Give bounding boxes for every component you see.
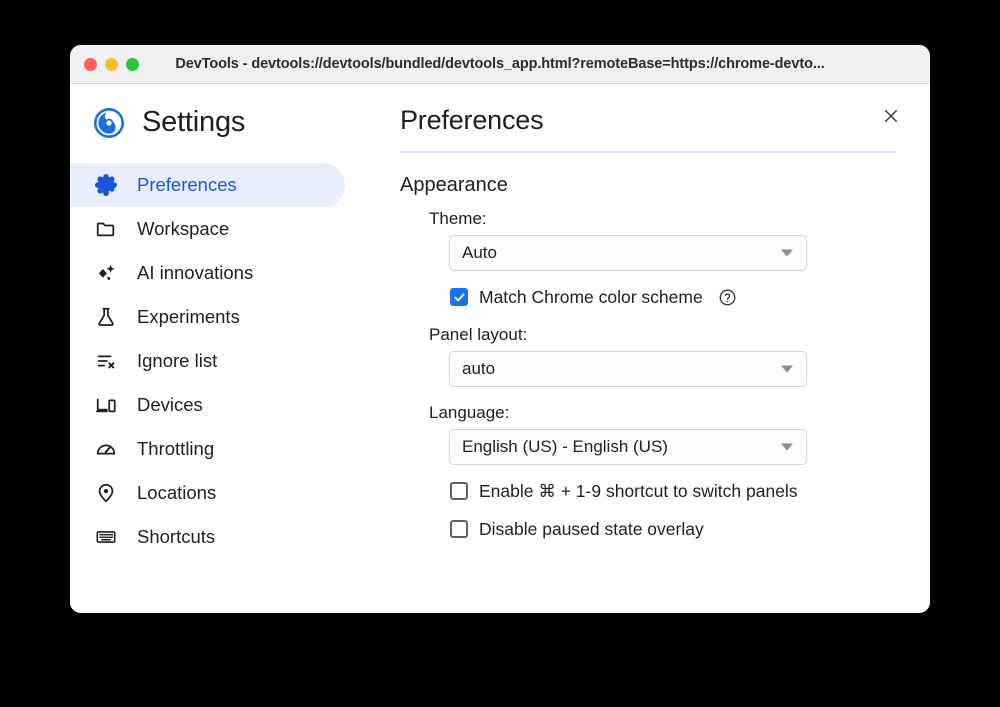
disable-paused-overlay-row: Disable paused state overlay xyxy=(450,519,902,540)
chevron-down-icon xyxy=(781,249,793,256)
traffic-light-group xyxy=(84,58,139,71)
sidebar-item-experiments[interactable]: Experiments xyxy=(70,295,345,339)
enable-shortcut-row: Enable ⌘ + 1-9 shortcut to switch panels xyxy=(450,481,902,502)
language-select[interactable]: English (US) - English (US) xyxy=(449,429,807,465)
sidebar-item-ignore-list[interactable]: Ignore list xyxy=(70,339,345,383)
panel-header: Preferences xyxy=(400,106,902,136)
enable-shortcut-label: Enable ⌘ + 1-9 shortcut to switch panels xyxy=(479,481,798,502)
theme-select-value: Auto xyxy=(462,243,497,263)
sidebar-item-label: Workspace xyxy=(137,220,229,239)
disable-paused-overlay-checkbox[interactable] xyxy=(450,520,468,538)
settings-title: Settings xyxy=(142,106,245,139)
sidebar-item-label: Experiments xyxy=(137,308,240,327)
preferences-panel: Preferences Appearance Theme: Auto xyxy=(375,84,930,613)
window-body: Settings Preferences xyxy=(70,84,930,613)
window-maximize-button[interactable] xyxy=(126,58,139,71)
close-icon xyxy=(882,107,900,128)
disable-paused-overlay-label: Disable paused state overlay xyxy=(479,519,704,540)
devices-icon xyxy=(94,394,117,417)
keyboard-icon xyxy=(94,526,117,549)
sidebar-nav-list: Preferences Workspace xyxy=(70,163,375,559)
chevron-down-icon xyxy=(781,365,793,372)
window-close-button[interactable] xyxy=(84,58,97,71)
sidebar-item-label: Preferences xyxy=(137,176,237,195)
section-heading-appearance: Appearance xyxy=(400,174,902,197)
sidebar-item-locations[interactable]: Locations xyxy=(70,471,345,515)
list-x-icon xyxy=(94,350,117,373)
sidebar-item-label: Throttling xyxy=(137,440,214,459)
sidebar-item-label: Ignore list xyxy=(137,352,217,371)
match-chrome-color-scheme-row: Match Chrome color scheme xyxy=(450,287,902,308)
window-titlebar: DevTools - devtools://devtools/bundled/d… xyxy=(70,45,930,84)
chrome-devtools-logo-icon xyxy=(93,107,125,139)
settings-brand: Settings xyxy=(70,106,375,139)
theme-label: Theme: xyxy=(429,209,902,229)
appearance-fields: Theme: Auto Match Chrome color scheme xyxy=(400,209,902,540)
match-chrome-color-scheme-label: Match Chrome color scheme xyxy=(479,287,703,308)
sidebar-item-workspace[interactable]: Workspace xyxy=(70,207,345,251)
theme-select[interactable]: Auto xyxy=(449,235,807,271)
sidebar-item-shortcuts[interactable]: Shortcuts xyxy=(70,515,345,559)
sidebar-item-ai-innovations[interactable]: AI innovations xyxy=(70,251,345,295)
map-pin-icon xyxy=(94,482,117,505)
panel-layout-select-value: auto xyxy=(462,359,495,379)
speedometer-icon xyxy=(94,438,117,461)
page-title: Preferences xyxy=(400,106,543,136)
sparkle-icon xyxy=(94,262,117,285)
folder-icon xyxy=(94,218,117,241)
sidebar-item-label: Shortcuts xyxy=(137,528,215,547)
sidebar-item-devices[interactable]: Devices xyxy=(70,383,345,427)
sidebar-item-label: AI innovations xyxy=(137,264,253,283)
settings-sidebar: Settings Preferences xyxy=(70,84,375,613)
window-minimize-button[interactable] xyxy=(105,58,118,71)
devtools-settings-window: DevTools - devtools://devtools/bundled/d… xyxy=(70,45,930,613)
title-divider xyxy=(400,151,896,153)
chevron-down-icon xyxy=(781,443,793,450)
panel-layout-select[interactable]: auto xyxy=(449,351,807,387)
sidebar-item-label: Devices xyxy=(137,396,203,415)
sidebar-item-throttling[interactable]: Throttling xyxy=(70,427,345,471)
language-select-value: English (US) - English (US) xyxy=(462,437,668,457)
window-title: DevTools - devtools://devtools/bundled/d… xyxy=(70,56,930,72)
sidebar-item-label: Locations xyxy=(137,484,216,503)
close-panel-button[interactable] xyxy=(877,103,905,131)
panel-layout-label: Panel layout: xyxy=(429,325,902,345)
help-circle-icon[interactable] xyxy=(718,288,737,307)
gear-icon xyxy=(94,174,117,197)
match-chrome-color-scheme-checkbox[interactable] xyxy=(450,288,468,306)
sidebar-item-preferences[interactable]: Preferences xyxy=(70,163,345,207)
enable-shortcut-checkbox[interactable] xyxy=(450,482,468,500)
flask-icon xyxy=(94,306,117,329)
language-label: Language: xyxy=(429,403,902,423)
